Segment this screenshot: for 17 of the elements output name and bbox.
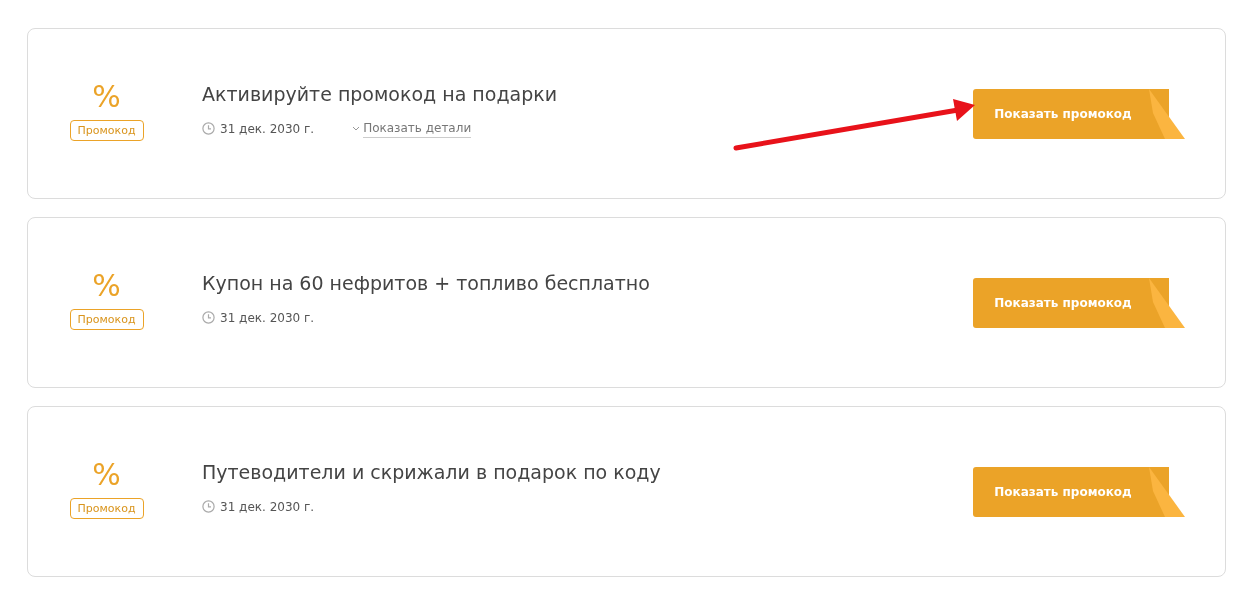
offer-title: Купон на 60 нефритов + топливо бесплатно [202, 272, 651, 295]
clock-icon [202, 500, 215, 514]
expiry-date: 31 дек. 2030 г. [220, 309, 315, 327]
promo-tag: Промокод [69, 308, 144, 331]
promo-tag: Промокод [69, 497, 144, 520]
expiry-date: 31 дек. 2030 г. [220, 120, 315, 138]
clock-icon [202, 122, 215, 136]
promo-tag: Промокод [69, 119, 144, 142]
percent-sign: % [92, 81, 121, 112]
offer-title: Активируйте промокод на подарки [202, 82, 559, 106]
percent-sign: % [92, 270, 121, 301]
chevron-down-icon [352, 126, 361, 132]
expiry-date: 31 дек. 2030 г. [220, 498, 315, 516]
details-link[interactable]: Показать детали [363, 119, 472, 139]
percent-sign: % [92, 459, 121, 490]
offer-title: Путеводители и скрижали в подарок по коду [202, 461, 662, 484]
clock-icon [202, 311, 215, 325]
